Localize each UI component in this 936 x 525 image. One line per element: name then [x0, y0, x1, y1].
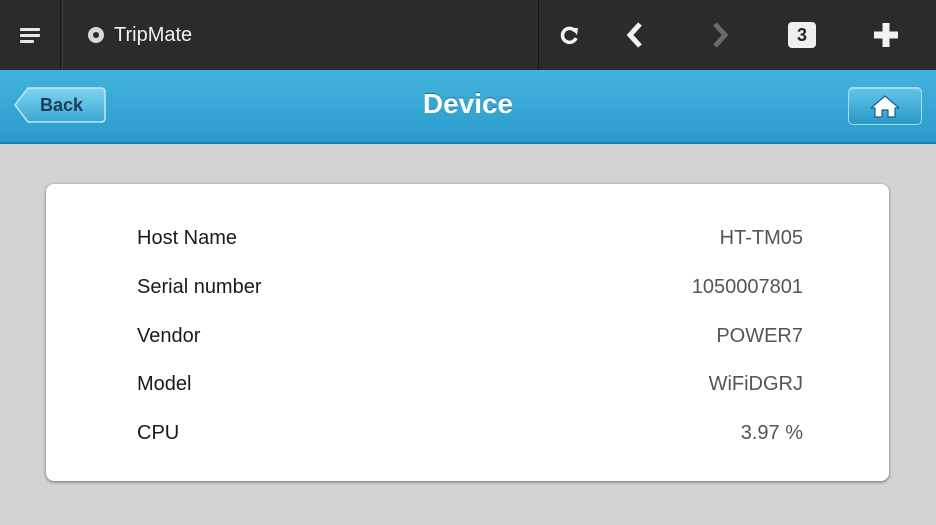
toolbar-divider: [538, 0, 539, 70]
info-label: Serial number: [137, 276, 262, 298]
page-header: Back Device: [0, 70, 936, 144]
info-row-serial-number: Serial number 1050007801: [46, 276, 889, 306]
info-label: CPU: [137, 422, 180, 444]
nav-back-button[interactable]: [605, 0, 665, 70]
back-arrow-icon: [626, 22, 642, 48]
home-icon: [870, 95, 900, 118]
info-row-vendor: Vendor POWER7: [46, 325, 889, 355]
info-label: Model: [137, 373, 192, 395]
new-tab-button[interactable]: [856, 0, 916, 70]
nav-forward-button[interactable]: [690, 0, 750, 70]
new-tab-plus-icon: [874, 23, 898, 47]
tabs-button[interactable]: 3: [772, 0, 832, 70]
tabs-count-icon: 3: [788, 22, 816, 48]
info-value: WiFiDGRJ: [708, 373, 803, 395]
info-value: HT-TM05: [719, 227, 803, 249]
info-row-host-name: Host Name HT-TM05: [46, 227, 889, 257]
forward-arrow-icon: [713, 22, 729, 48]
tab-favicon-icon: [88, 27, 104, 43]
info-label: Host Name: [137, 227, 238, 249]
menu-button[interactable]: [0, 0, 61, 70]
home-button[interactable]: [848, 87, 922, 125]
menu-icon: [20, 25, 40, 46]
info-row-cpu: CPU 3.97 %: [46, 422, 889, 452]
info-value: POWER7: [716, 325, 803, 347]
browser-tab[interactable]: TripMate: [62, 0, 539, 70]
tab-title: TripMate: [114, 23, 193, 46]
reload-icon: [560, 26, 578, 45]
reload-button[interactable]: [540, 0, 600, 70]
info-value: 1050007801: [691, 276, 803, 298]
browser-toolbar: TripMate 3: [0, 0, 936, 70]
page-title: Device: [422, 88, 514, 119]
device-info-card: Host Name HT-TM05 Serial number 10500078…: [46, 184, 889, 481]
info-row-model: Model WiFiDGRJ: [46, 373, 889, 403]
info-label: Vendor: [137, 325, 201, 347]
info-value: 3.97 %: [740, 422, 803, 444]
